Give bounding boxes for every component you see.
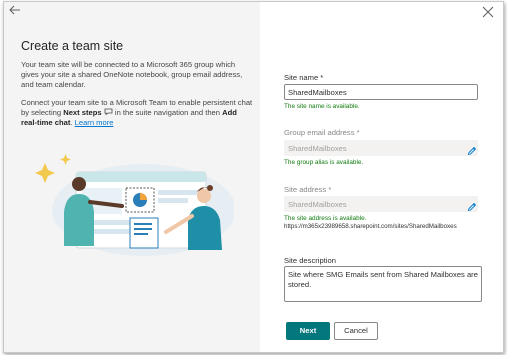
site-description-textarea[interactable]: Site where SMG Emails sent from Shared M…: [284, 266, 482, 302]
teams-text: Connect your team site to a Microsoft Te…: [21, 98, 253, 128]
site-name-input[interactable]: SharedMailboxes: [284, 84, 478, 100]
site-address-input: SharedMailboxes: [284, 196, 478, 212]
info-panel: Create a team site Your team site will b…: [4, 2, 260, 352]
cancel-button[interactable]: Cancel: [334, 322, 378, 340]
group-email-label: Group email address *: [284, 128, 360, 137]
site-address-url: https://m365x23989658.sharepoint.com/sit…: [284, 223, 457, 230]
site-name-label: Site name *: [284, 73, 324, 82]
group-email-status: The group alias is available.: [284, 159, 364, 166]
group-email-input: SharedMailboxes: [284, 140, 478, 156]
team-site-illustration: [35, 154, 234, 256]
teams-text-part: in the suite navigation and then: [112, 108, 223, 117]
site-address-status: The site address is available.: [284, 215, 367, 222]
chat-bubble-icon: [104, 108, 113, 117]
site-name-status: The site name is available.: [284, 103, 360, 110]
site-address-label: Site address *: [284, 185, 332, 194]
next-steps-label: Next steps: [63, 108, 102, 117]
back-arrow-icon[interactable]: [8, 3, 22, 17]
create-site-dialog: Create a team site Your team site will b…: [3, 1, 504, 353]
close-icon[interactable]: [481, 5, 495, 19]
edit-group-email-pencil-icon[interactable]: [467, 143, 477, 156]
intro-text: Your team site will be connected to a Mi…: [21, 60, 243, 89]
next-button[interactable]: Next: [286, 322, 330, 340]
learn-more-link[interactable]: Learn more: [75, 118, 114, 127]
edit-site-address-pencil-icon[interactable]: [467, 199, 477, 212]
site-description-label: Site description: [284, 256, 336, 265]
page-title: Create a team site: [21, 39, 124, 53]
form-panel: Site name * SharedMailboxes The site nam…: [260, 2, 503, 352]
